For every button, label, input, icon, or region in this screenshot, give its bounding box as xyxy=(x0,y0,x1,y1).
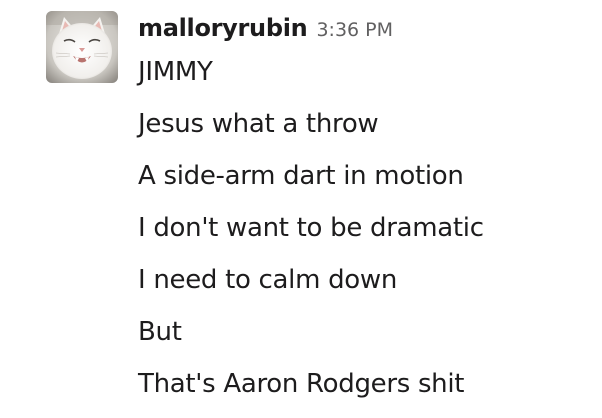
message-line: JIMMY xyxy=(138,57,213,87)
chat-message: malloryrubin 3:36 PM JIMMY Jesus what a t… xyxy=(0,0,602,418)
user-avatar[interactable] xyxy=(46,11,118,83)
cat-avatar-icon xyxy=(46,11,118,83)
username-link[interactable]: malloryrubin xyxy=(138,14,308,42)
message-line: That's Aaron Rodgers shit xyxy=(138,369,465,399)
message-line: A side-arm dart in motion xyxy=(138,161,464,191)
message-line: I need to calm down xyxy=(138,265,398,295)
message-line: I don't want to be dramatic xyxy=(138,213,484,243)
message-header: malloryrubin 3:36 PM xyxy=(138,14,393,42)
message-line: But xyxy=(138,317,182,347)
message-line: Jesus what a throw xyxy=(138,109,379,139)
message-timestamp[interactable]: 3:36 PM xyxy=(316,19,393,41)
